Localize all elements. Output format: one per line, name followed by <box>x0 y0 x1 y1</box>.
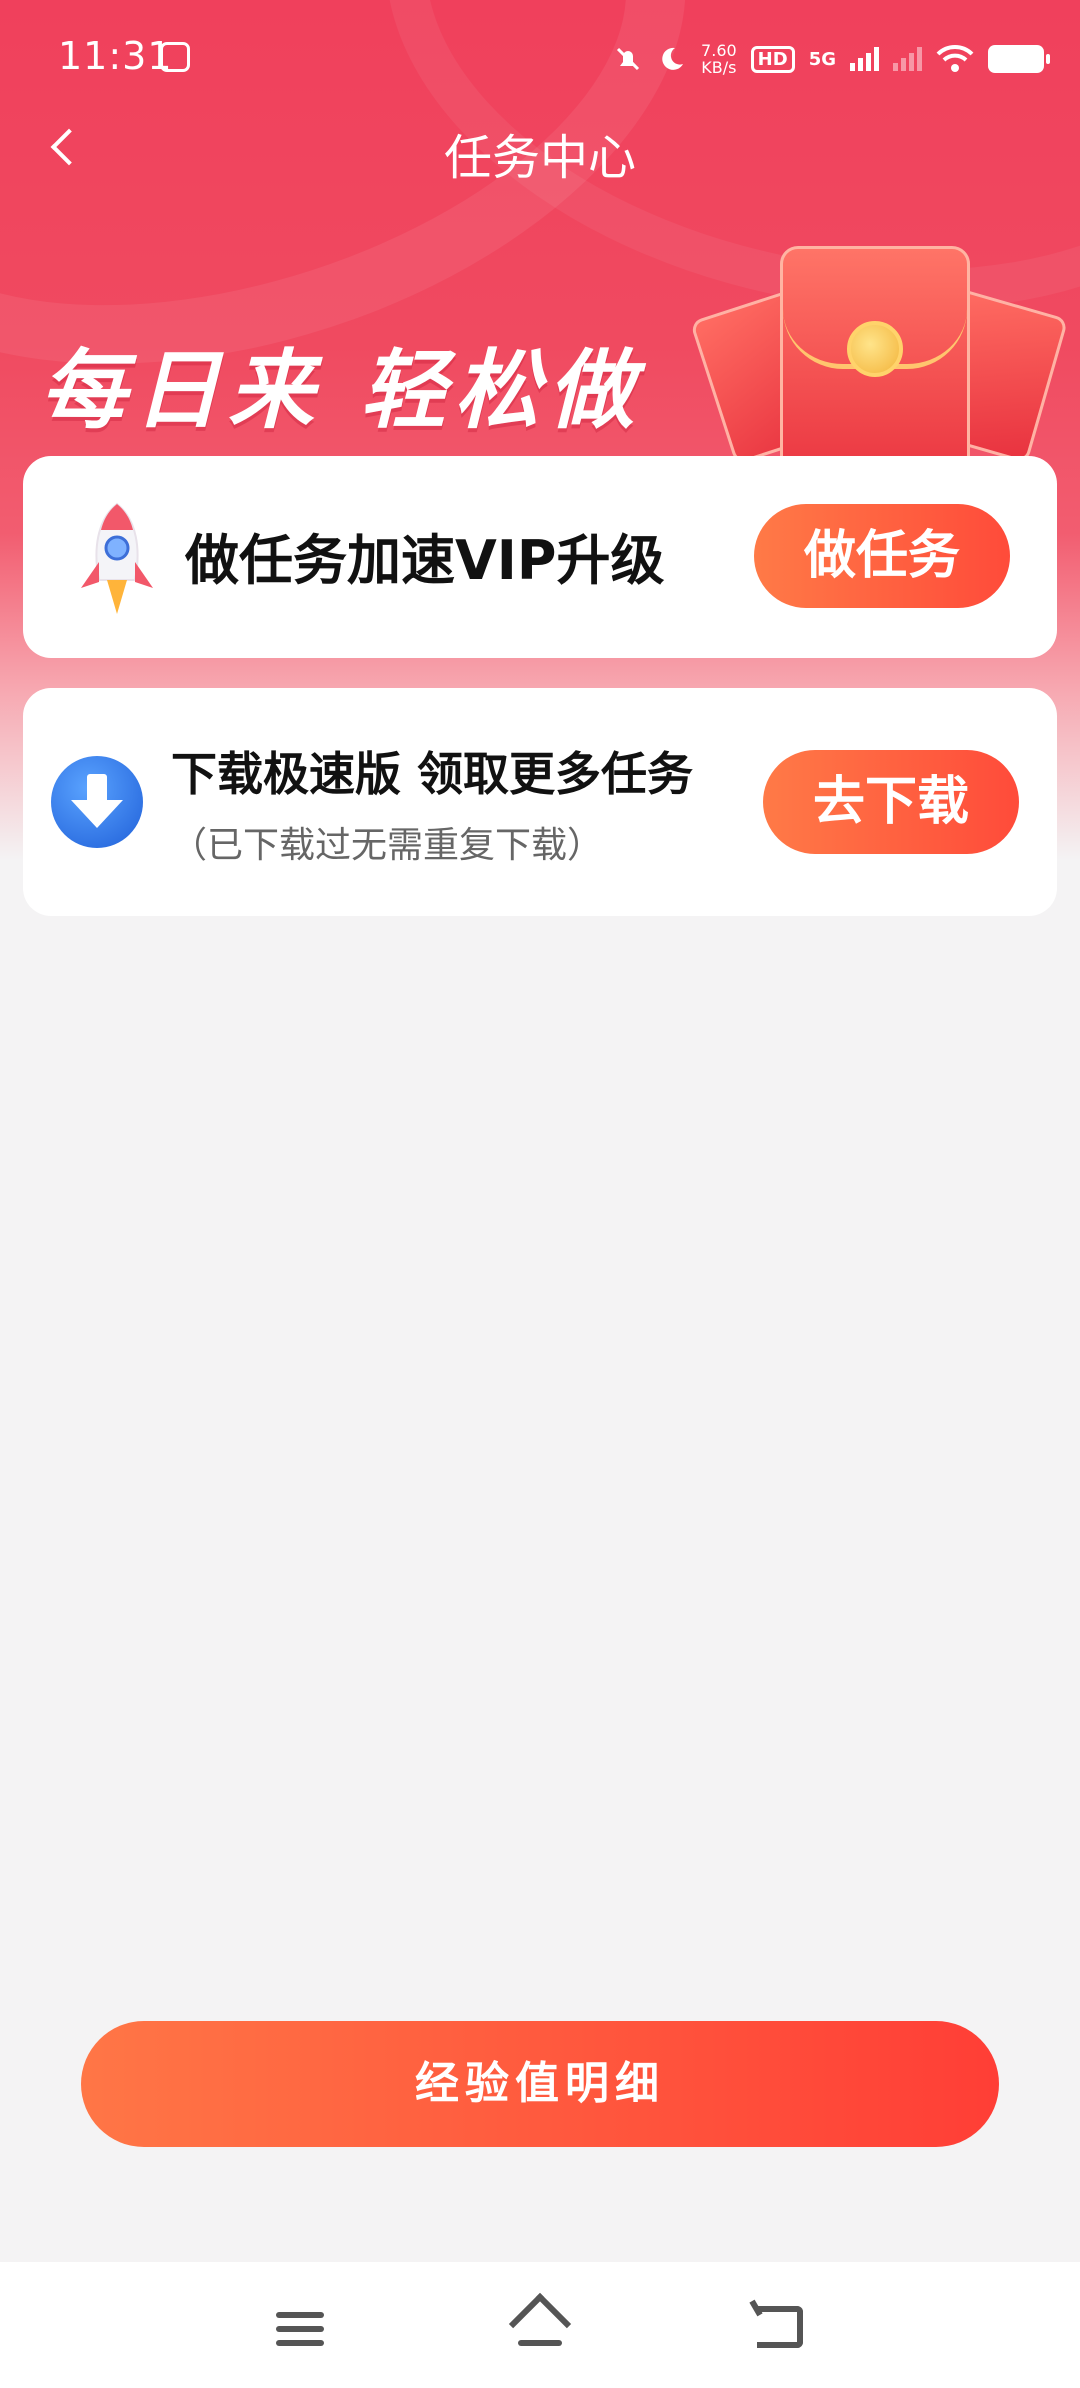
hd-badge: HD <box>750 45 795 73</box>
wifi-icon <box>936 44 974 72</box>
task-card-vip: 做任务加速VIP升级 做任务 <box>23 456 1057 658</box>
do-task-button[interactable]: 做任务 <box>754 504 1010 608</box>
moon-icon <box>662 47 684 70</box>
net-speed-unit: KB/s <box>701 58 737 77</box>
return-icon[interactable] <box>757 2306 803 2348</box>
menu-icon[interactable] <box>276 2312 324 2350</box>
signal-icon <box>850 47 879 71</box>
task-card-title: 做任务加速VIP升级 <box>185 529 665 592</box>
rocket-icon <box>81 502 153 614</box>
page-title: 任务中心 <box>443 130 636 186</box>
network-type: 5G <box>808 48 836 70</box>
battery-icon <box>988 45 1050 73</box>
download-button[interactable]: 去下载 <box>763 750 1019 854</box>
red-envelope-icon <box>689 240 1069 486</box>
experience-detail-button[interactable]: 经验值明细 <box>81 2021 999 2147</box>
net-speed: 7.60 KB/s <box>701 42 737 76</box>
status-bar: 11:31 7.60 KB/s HD 5G <box>0 0 1080 120</box>
banner-slogan: 每日来 轻松做 <box>40 341 642 441</box>
mute-bell-icon <box>616 47 640 71</box>
task-card-download: 下载极速版 领取更多任务 （已下载过无需重复下载） 去下载 <box>23 688 1057 916</box>
signal-icon-sim2 <box>893 47 922 71</box>
download-icon <box>51 756 143 848</box>
home-icon[interactable] <box>508 2292 572 2356</box>
status-time: 11:31 <box>58 34 173 78</box>
net-speed-value: 7.60 <box>701 41 737 60</box>
system-nav-bar <box>0 2262 1080 2388</box>
notification-app-icon <box>160 42 190 72</box>
task-card-subtitle: （已下载过无需重复下载） <box>171 825 604 866</box>
status-icons: 7.60 KB/s HD 5G <box>613 34 1050 84</box>
task-card-title: 下载极速版 领取更多任务 <box>171 747 694 801</box>
